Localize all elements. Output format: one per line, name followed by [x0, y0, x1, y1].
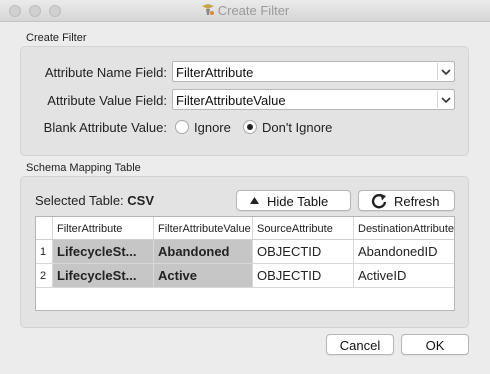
cell-filter-attribute-value[interactable]: Abandoned: [154, 240, 253, 264]
radio-dont-ignore-label: Don't Ignore: [262, 120, 333, 135]
attribute-value-value: FilterAttributeValue: [176, 93, 286, 108]
attribute-value-combo[interactable]: FilterAttributeValue: [172, 89, 455, 110]
ok-button[interactable]: OK: [401, 334, 469, 355]
attribute-name-value: FilterAttribute: [176, 65, 254, 80]
column-header-filter-attribute-value[interactable]: FilterAttributeValue: [154, 217, 253, 240]
attribute-name-combo[interactable]: FilterAttribute: [172, 61, 455, 82]
attribute-value-dropdown-button[interactable]: [437, 91, 453, 108]
attribute-name-dropdown-button[interactable]: [437, 63, 453, 80]
title-bar: Create Filter: [0, 0, 490, 22]
attribute-name-label: Attribute Name Field:: [44, 65, 167, 80]
cell-source-attribute[interactable]: OBJECTID: [253, 240, 354, 264]
refresh-icon: [371, 193, 387, 209]
hide-table-label: Hide Table: [267, 194, 329, 209]
blank-value-label: Blank Attribute Value:: [43, 120, 167, 135]
ok-label: OK: [425, 338, 445, 353]
cell-filter-attribute-value[interactable]: Active: [154, 264, 253, 288]
triangle-up-icon: [250, 197, 259, 204]
attribute-value-label: Attribute Value Field:: [47, 93, 167, 108]
column-header-filter-attribute[interactable]: FilterAttribute: [53, 217, 154, 240]
radio-dont-ignore[interactable]: [243, 120, 257, 134]
create-filter-section-label: Create Filter: [26, 32, 87, 44]
radio-ignore[interactable]: [175, 120, 189, 134]
window-title: Create Filter: [217, 3, 290, 18]
radio-ignore-label: Ignore: [194, 120, 231, 135]
refresh-button[interactable]: Refresh: [358, 190, 455, 211]
cell-source-attribute[interactable]: OBJECTID: [253, 264, 354, 288]
selected-table-label: Selected Table:: [35, 193, 124, 208]
refresh-label: Refresh: [394, 194, 440, 209]
cell-filter-attribute[interactable]: LifecycleSt...: [53, 264, 154, 288]
cancel-button[interactable]: Cancel: [326, 334, 394, 355]
chevron-down-icon: [441, 69, 451, 76]
chevron-down-icon: [441, 97, 451, 104]
cell-destination-attribute[interactable]: AbandonedID: [354, 240, 454, 264]
column-header-source-attribute[interactable]: SourceAttribute: [253, 217, 354, 240]
selected-table-value: CSV: [127, 193, 155, 208]
window-title-wrap: Create Filter: [0, 3, 490, 18]
schema-mapping-table: FilterAttribute FilterAttributeValue Sou…: [35, 216, 455, 311]
cell-filter-attribute[interactable]: LifecycleSt...: [53, 240, 154, 264]
column-header-destination-attribute[interactable]: DestinationAttribute: [354, 217, 454, 240]
row-number-header: [36, 217, 53, 240]
hide-table-button[interactable]: Hide Table: [236, 190, 351, 211]
selected-table-row: Selected Table: CSV: [35, 193, 154, 208]
schema-section-label: Schema Mapping Table: [26, 162, 141, 174]
row-number: 1: [36, 240, 53, 264]
filter-app-icon: [201, 4, 214, 15]
cell-destination-attribute[interactable]: ActiveID: [354, 264, 454, 288]
row-number: 2: [36, 264, 53, 288]
cancel-label: Cancel: [339, 338, 381, 353]
